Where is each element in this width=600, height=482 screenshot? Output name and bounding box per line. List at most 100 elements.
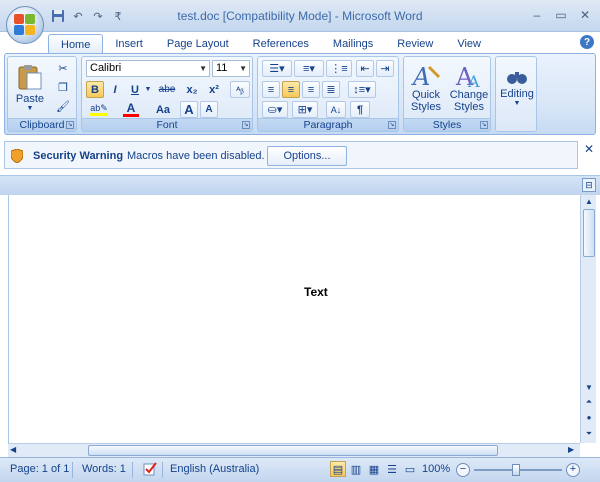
underline-dropdown-icon[interactable]: ▼: [144, 81, 152, 98]
scroll-right-icon[interactable]: ▶: [568, 445, 574, 454]
align-left-button[interactable]: ≡: [262, 81, 280, 98]
chevron-down-icon: ▼: [239, 64, 247, 73]
vertical-scroll-thumb[interactable]: [583, 209, 595, 257]
paragraph-launcher-icon[interactable]: ↘: [388, 121, 396, 129]
strikethrough-button[interactable]: abe: [154, 81, 180, 98]
multilevel-list-button[interactable]: ⋮≡: [326, 60, 352, 77]
shading-button[interactable]: ⛀▾: [262, 101, 288, 118]
tab-insert[interactable]: Insert: [103, 34, 155, 54]
ruler-area: [0, 175, 600, 195]
align-center-icon: ≡: [287, 83, 295, 96]
bullets-button[interactable]: ☰▾: [262, 60, 292, 77]
copy-button[interactable]: ❐: [54, 79, 72, 95]
align-left-icon: ≡: [267, 83, 275, 96]
scroll-down-icon[interactable]: ▼: [584, 383, 594, 392]
horizontal-scrollbar[interactable]: ◀ ▶: [8, 443, 580, 457]
shield-icon: [11, 149, 23, 163]
grow-font-button[interactable]: A: [180, 101, 198, 118]
select-browse-object-icon[interactable]: ●: [584, 413, 594, 422]
increase-indent-icon: ⇥: [380, 63, 390, 75]
minimize-button[interactable]: –: [526, 6, 548, 24]
shrink-font-button[interactable]: A: [200, 101, 218, 118]
language-indicator[interactable]: English (Australia): [170, 463, 259, 475]
maximize-button[interactable]: ▭: [550, 6, 572, 24]
tab-review[interactable]: Review: [385, 34, 445, 54]
close-security-bar-button[interactable]: ✕: [584, 142, 594, 156]
options-button[interactable]: Options...: [267, 146, 347, 166]
horizontal-scroll-thumb[interactable]: [88, 445, 498, 456]
tab-home[interactable]: Home: [48, 34, 104, 54]
editing-button[interactable]: Editing ▼: [498, 59, 536, 115]
styles-launcher-icon[interactable]: ↘: [480, 121, 488, 129]
align-center-button[interactable]: ≡: [282, 81, 300, 98]
chevron-down-icon: ▼: [26, 104, 34, 112]
tab-mailings[interactable]: Mailings: [321, 34, 385, 54]
close-button[interactable]: ✕: [574, 6, 596, 24]
tab-page-layout[interactable]: Page Layout: [155, 34, 241, 54]
underline-button[interactable]: U: [126, 81, 144, 98]
align-right-icon: ≡: [307, 83, 315, 96]
font-name-value: Calibri: [90, 62, 122, 74]
svg-text:A: A: [467, 72, 480, 89]
outline-icon[interactable]: ☰: [384, 461, 400, 477]
security-warning-bar: Security Warning Macros have been disabl…: [4, 141, 578, 169]
binoculars-icon: [507, 71, 527, 84]
change-case-button[interactable]: Aa: [150, 101, 176, 118]
word-count[interactable]: Words: 1: [82, 463, 126, 475]
draft-icon[interactable]: ▭: [402, 461, 418, 477]
format-painter-button[interactable]: 🖌: [54, 98, 72, 114]
view-ruler-icon[interactable]: ⊟: [582, 178, 596, 192]
highlighter-icon: ab✎: [90, 102, 108, 113]
paste-icon: [18, 64, 42, 89]
clear-formatting-button[interactable]: ᴬᵦ: [230, 81, 250, 98]
font-name-field[interactable]: Calibri ▼: [86, 60, 210, 77]
tab-view[interactable]: View: [445, 34, 493, 54]
justify-button[interactable]: ≣: [322, 81, 340, 98]
proofing-icon[interactable]: [142, 461, 158, 480]
vertical-scrollbar[interactable]: ▲ ▼ ⏶ ● ⏷: [580, 195, 596, 443]
line-spacing-icon: ↕≡▾: [353, 84, 371, 96]
superscript-button[interactable]: x²: [204, 81, 224, 98]
zoom-out-button[interactable]: −: [456, 463, 470, 477]
show-marks-button[interactable]: ¶: [350, 101, 370, 118]
subscript-button[interactable]: x₂: [182, 81, 202, 98]
cut-button[interactable]: ✂: [54, 60, 72, 76]
line-spacing-button[interactable]: ↕≡▾: [348, 81, 376, 98]
change-styles-button[interactable]: AA Change Styles: [448, 59, 490, 117]
scroll-left-icon[interactable]: ◀: [10, 445, 16, 454]
increase-indent-button[interactable]: ⇥: [376, 60, 394, 77]
clipboard-launcher-icon[interactable]: ↘: [66, 121, 74, 129]
borders-button[interactable]: ⊞▾: [292, 101, 318, 118]
next-page-icon[interactable]: ⏷: [584, 429, 594, 439]
decrease-indent-button[interactable]: ⇤: [356, 60, 374, 77]
zoom-slider-thumb[interactable]: [512, 464, 520, 476]
editing-label: Editing: [500, 87, 534, 100]
bold-button[interactable]: B: [86, 81, 104, 98]
align-right-button[interactable]: ≡: [302, 81, 320, 98]
highlight-button[interactable]: ab✎: [86, 101, 112, 118]
document-page[interactable]: Text: [8, 195, 580, 443]
status-separator: [72, 462, 73, 478]
quick-styles-button[interactable]: A Quick Styles: [406, 59, 446, 117]
previous-page-icon[interactable]: ⏶: [584, 397, 594, 407]
help-icon[interactable]: ?: [580, 35, 594, 49]
italic-button[interactable]: I: [106, 81, 124, 98]
full-screen-reading-icon[interactable]: ▥: [348, 461, 364, 477]
web-layout-icon[interactable]: ▦: [366, 461, 382, 477]
paste-button[interactable]: Paste ▼: [12, 59, 48, 115]
numbering-icon: ≡▾: [303, 63, 315, 75]
page-count[interactable]: Page: 1 of 1: [10, 463, 69, 475]
scroll-up-icon[interactable]: ▲: [584, 197, 594, 206]
svg-text:A: A: [411, 63, 430, 89]
font-size-field[interactable]: 11 ▼: [212, 60, 250, 77]
office-button[interactable]: [6, 6, 44, 44]
sort-icon: A↓: [330, 104, 342, 115]
tab-references[interactable]: References: [241, 34, 321, 54]
zoom-in-button[interactable]: +: [566, 463, 580, 477]
font-launcher-icon[interactable]: ↘: [242, 121, 250, 129]
print-layout-icon[interactable]: ▤: [330, 461, 346, 477]
sort-button[interactable]: A↓: [326, 101, 346, 118]
font-color-button[interactable]: A: [118, 101, 144, 118]
numbering-button[interactable]: ≡▾: [294, 60, 324, 77]
zoom-level[interactable]: 100%: [422, 463, 450, 475]
